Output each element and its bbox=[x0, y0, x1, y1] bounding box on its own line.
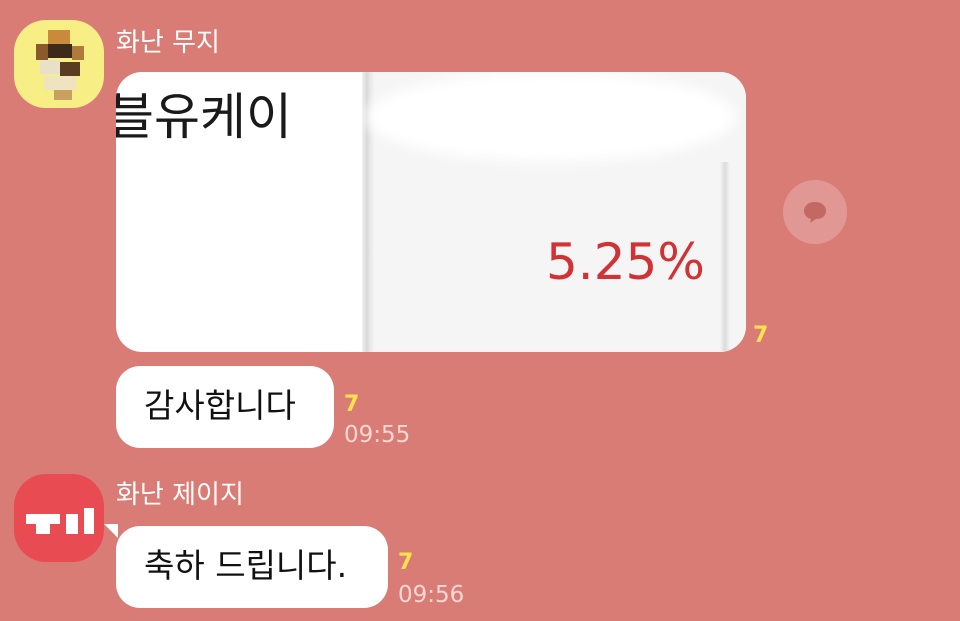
avatar-pixel bbox=[48, 44, 72, 58]
share-button[interactable] bbox=[783, 180, 847, 244]
message-text: 축하 드립니다. bbox=[144, 546, 348, 585]
message-text: 감사합니다 bbox=[144, 386, 296, 425]
image-label-text: 블유케이 bbox=[116, 88, 292, 146]
avatar-pixel bbox=[66, 514, 78, 534]
blur-mask bbox=[146, 182, 336, 312]
shared-image[interactable]: 블유케이 5.25% bbox=[116, 72, 746, 352]
avatar-pixel bbox=[54, 90, 72, 100]
avatar-pixel bbox=[48, 30, 70, 44]
avatar-pixel bbox=[44, 76, 76, 90]
image-rate-value: 5.25% bbox=[546, 233, 705, 291]
message-bubble[interactable]: 축하 드립니다. bbox=[116, 526, 388, 608]
avatar-pixel bbox=[40, 60, 60, 74]
sender-name: 화난 무지 bbox=[116, 28, 220, 58]
speech-bubble-icon bbox=[804, 202, 826, 223]
avatar-pixel bbox=[72, 46, 84, 60]
avatar-pixel bbox=[36, 524, 50, 534]
unread-count: 7 bbox=[344, 392, 360, 417]
avatar-pixel bbox=[84, 508, 94, 534]
message-time: 09:56 bbox=[398, 582, 465, 608]
avatar-pixel bbox=[60, 62, 80, 76]
image-edge bbox=[720, 162, 730, 352]
unread-count: 7 bbox=[398, 550, 414, 575]
avatar-pixel bbox=[36, 44, 48, 60]
avatar-pixel bbox=[26, 514, 60, 524]
blur-mask bbox=[366, 72, 736, 162]
message-time: 09:55 bbox=[344, 422, 411, 448]
sender-name: 화난 제이지 bbox=[116, 480, 244, 510]
avatar-sender-1[interactable] bbox=[14, 20, 104, 108]
avatar-sender-2[interactable] bbox=[14, 474, 104, 562]
bubble-tail bbox=[104, 524, 118, 538]
message-bubble[interactable]: 감사합니다 bbox=[116, 366, 334, 448]
unread-count: 7 bbox=[753, 323, 769, 348]
